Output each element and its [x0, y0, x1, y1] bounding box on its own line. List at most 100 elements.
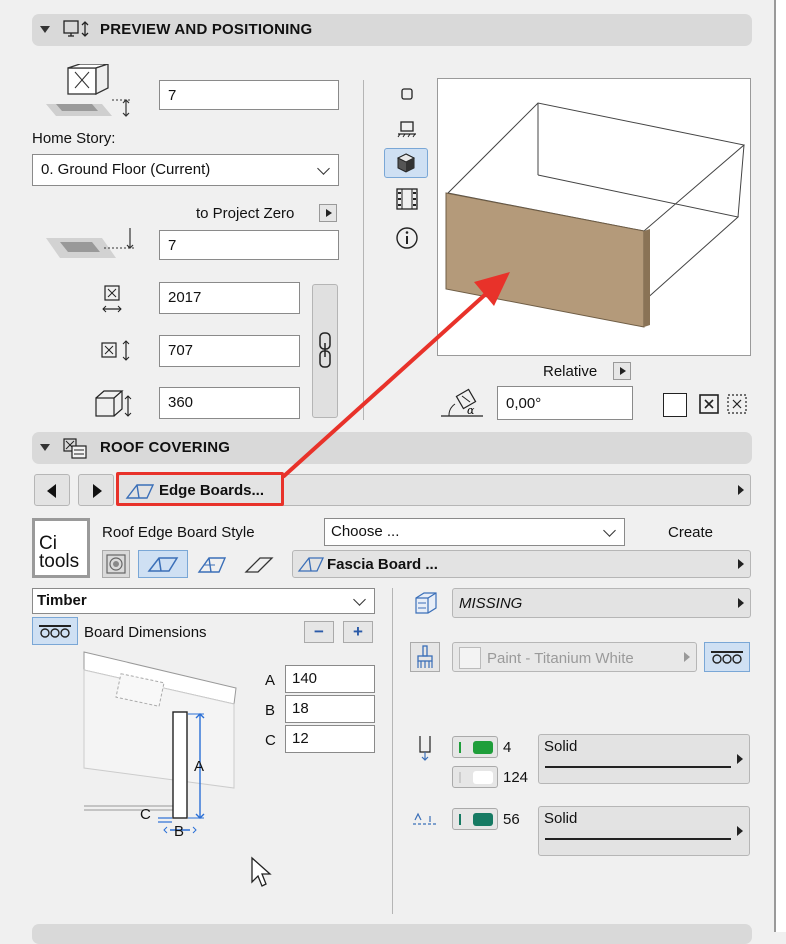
- depth-icon: [95, 390, 132, 417]
- citools-logo: Ci tools: [32, 518, 90, 578]
- surface-material-icon: [415, 592, 437, 614]
- line-type-1-selector[interactable]: Solid: [538, 734, 750, 784]
- surface-material-bar[interactable]: MISSING: [452, 588, 751, 618]
- solid-line-icon: [545, 838, 731, 840]
- chevron-down-icon: [317, 162, 330, 175]
- next-button[interactable]: [78, 474, 114, 506]
- roof-covering-title: ROOF COVERING: [100, 439, 231, 456]
- hatch-pen-icon: [413, 812, 437, 825]
- pen-2-button[interactable]: [452, 766, 498, 788]
- contour-pen-icon: [419, 736, 431, 761]
- dim-b-input[interactable]: 18: [285, 695, 375, 723]
- diagram-label-a: A: [194, 758, 205, 775]
- paint-bar[interactable]: Paint - Titanium White: [452, 642, 697, 672]
- home-story-value: 0. Ground Floor (Current): [41, 161, 211, 178]
- arrow-right-icon: [737, 754, 743, 764]
- info-icon[interactable]: [395, 226, 419, 250]
- preview-section-title: PREVIEW AND POSITIONING: [100, 21, 313, 38]
- home-story-dropdown[interactable]: 0. Ground Floor (Current): [32, 154, 339, 186]
- arrow-left-icon: [47, 484, 56, 498]
- pen-bar-icon: [459, 772, 461, 783]
- dim-a-letter: A: [265, 672, 276, 689]
- next-section-header-partial[interactable]: [32, 924, 752, 944]
- surface-material-value: MISSING: [459, 595, 523, 612]
- roof-divider: [392, 588, 393, 914]
- pen-color-swatch: [473, 771, 493, 784]
- profile-type-button[interactable]: [102, 550, 130, 578]
- 3d-view-button[interactable]: [384, 148, 428, 178]
- preview-positioning-icon: [63, 20, 89, 37]
- elevation-input[interactable]: 7: [159, 80, 339, 110]
- line-type-1-value: Solid: [544, 738, 578, 755]
- paint-brush-icon: [417, 645, 433, 668]
- relative-arrow-button[interactable]: [613, 362, 631, 380]
- project-zero-arrow-button[interactable]: [319, 204, 337, 222]
- fascia-board-bar[interactable]: Fascia Board ...: [292, 550, 751, 578]
- paint-value: Paint - Titanium White: [487, 650, 634, 667]
- pen-3-button[interactable]: [452, 808, 498, 830]
- home-story-label: Home Story:: [32, 130, 116, 147]
- dim-b-letter: B: [265, 702, 276, 719]
- plan-view-icon[interactable]: [399, 86, 415, 102]
- arrow-right-icon: [684, 652, 690, 662]
- board-dimensions-label: Board Dimensions: [84, 624, 207, 641]
- arrow-right-icon: [738, 559, 744, 569]
- collapse-triangle-icon: [40, 444, 50, 451]
- soffit-board-icon[interactable]: [195, 552, 227, 576]
- collapse-triangle-icon: [40, 26, 50, 33]
- fascia-board-small-icon: [297, 557, 325, 572]
- annotation-arrow: [282, 272, 510, 478]
- mirror-dashed-icon[interactable]: [726, 393, 750, 417]
- material-dropdown[interactable]: Timber: [32, 588, 375, 614]
- previous-button[interactable]: [34, 474, 70, 506]
- board-segments-icon: [39, 625, 71, 638]
- target-profile-icon: [106, 554, 126, 574]
- pen-1-button[interactable]: [452, 736, 498, 758]
- fascia-type-button[interactable]: [138, 550, 188, 578]
- arrow-right-icon: [93, 484, 102, 498]
- roof-covering-icon: [63, 438, 87, 459]
- roof-edge-board-style-label: Roof Edge Board Style: [102, 524, 255, 541]
- relative-label: Relative: [543, 363, 598, 380]
- preview-section-header[interactable]: PREVIEW AND POSITIONING: [32, 14, 752, 46]
- pen-bar-icon: [459, 742, 461, 753]
- material-value: Timber: [37, 592, 87, 609]
- paint-swatch: [459, 647, 481, 669]
- choose-value: Choose ...: [331, 523, 400, 540]
- style-choose-dropdown[interactable]: Choose ...: [324, 518, 625, 546]
- project-zero-elevation-icon: [46, 228, 134, 258]
- diagram-label-c: C: [140, 806, 151, 823]
- fascia-board-icon: [147, 557, 179, 572]
- no-mirror-checkbox[interactable]: [663, 393, 687, 417]
- pen-3-value: 56: [503, 811, 520, 828]
- highlight-box: [116, 472, 284, 506]
- pen-color-swatch: [473, 813, 493, 826]
- dim-c-letter: C: [265, 732, 276, 749]
- diagram-label-b: B: [174, 823, 185, 840]
- height-icon: [101, 340, 130, 361]
- create-button[interactable]: Create: [668, 524, 713, 541]
- logo-tools: tools: [39, 551, 80, 572]
- film-strip-icon[interactable]: [394, 186, 420, 212]
- remove-dimension-button[interactable]: −: [304, 621, 334, 643]
- length-icon: [102, 285, 122, 313]
- line-type-2-selector[interactable]: Solid: [538, 806, 750, 856]
- project-zero-input[interactable]: 7: [159, 230, 339, 260]
- board-dimensions-toggle[interactable]: [32, 617, 78, 645]
- line-type-2-value: Solid: [544, 810, 578, 827]
- paint-brush-button[interactable]: [410, 642, 440, 672]
- arrow-right-icon: [738, 598, 744, 608]
- mouse-cursor-icon: [251, 856, 272, 887]
- top-elevation-icon: [46, 64, 130, 117]
- solid-line-icon: [545, 766, 731, 768]
- pen-bar-icon: [459, 814, 461, 825]
- section-view-icon[interactable]: [396, 118, 418, 140]
- dim-a-input[interactable]: 140: [285, 665, 375, 693]
- add-dimension-button[interactable]: +: [343, 621, 373, 643]
- pen-color-swatch: [473, 741, 493, 754]
- dim-c-input[interactable]: 12: [285, 725, 375, 753]
- barge-board-icon[interactable]: [242, 552, 274, 576]
- fascia-board-label: Fascia Board ...: [327, 556, 438, 573]
- paint-link-toggle[interactable]: [704, 642, 750, 672]
- mirror-x-icon[interactable]: [698, 393, 722, 417]
